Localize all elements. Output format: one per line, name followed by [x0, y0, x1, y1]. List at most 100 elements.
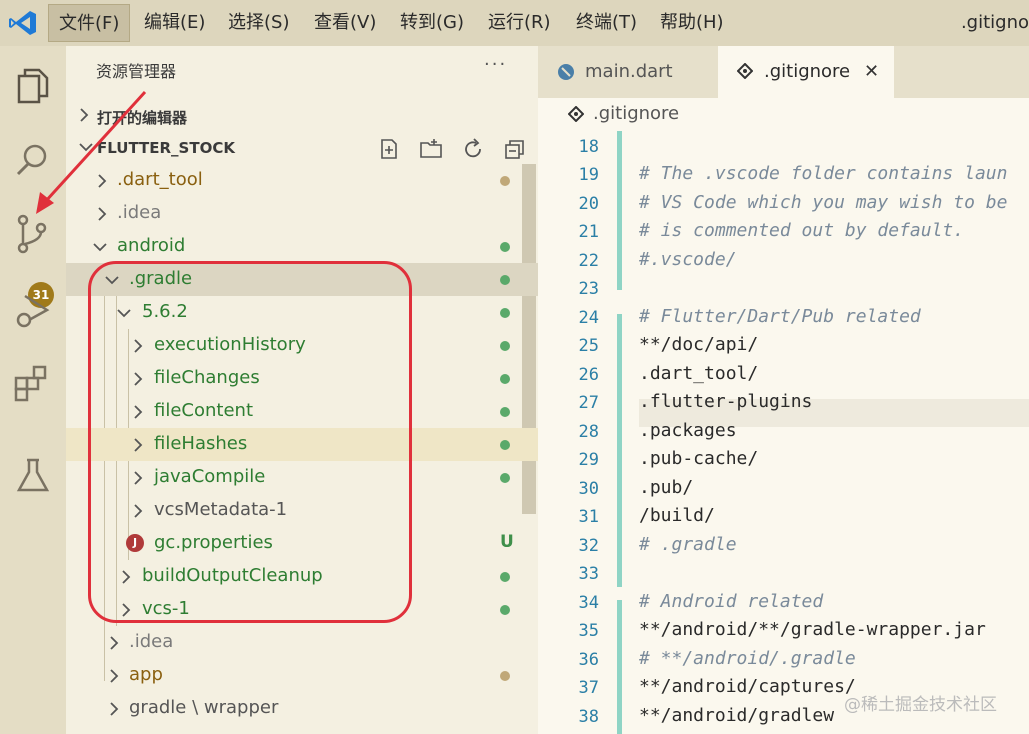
- line-number: 27: [578, 393, 599, 413]
- code-line: #.vscode/: [639, 248, 737, 270]
- git-change-gutter: [617, 131, 622, 290]
- tree-item-label: .dart_tool: [117, 169, 203, 190]
- untracked-dot: [500, 308, 510, 318]
- run-debug-icon[interactable]: [0, 278, 66, 338]
- tree-item-idea-android[interactable]: .idea: [66, 626, 538, 659]
- chevron-right-icon: [98, 174, 107, 188]
- code-editor[interactable]: 17.idea/1819# The .vscode folder contain…: [538, 118, 1029, 734]
- tree-item-android[interactable]: android: [66, 230, 538, 263]
- menu-edit[interactable]: 编辑(E): [134, 4, 215, 42]
- line-number: 38: [578, 706, 599, 727]
- tab-gitignore[interactable]: .gitignore ✕: [718, 46, 894, 98]
- tab-main-dart[interactable]: main.dart: [538, 46, 718, 98]
- untracked-dot: [500, 572, 510, 582]
- line-number: 34: [578, 592, 599, 613]
- more-actions-icon[interactable]: ···: [484, 54, 507, 75]
- modified-dot: [500, 176, 510, 186]
- line-number: 23: [578, 279, 599, 299]
- extensions-icon[interactable]: [0, 352, 66, 412]
- menu-bar: 文件(F) 编辑(E) 选择(S) 查看(V) 转到(G) 运行(R) 终端(T…: [0, 0, 1029, 46]
- code-line: **/android/gradlew: [639, 704, 835, 726]
- tab-label: main.dart: [585, 61, 673, 82]
- line-number: 28: [578, 421, 599, 442]
- annotation-highlight-ellipse: [88, 261, 412, 623]
- vscode-window: 文件(F) 编辑(E) 选择(S) 查看(V) 转到(G) 运行(R) 终端(T…: [0, 0, 1029, 734]
- refresh-icon[interactable]: [460, 136, 486, 162]
- tree-item-label: .idea: [117, 202, 162, 223]
- menu-file[interactable]: 文件(F): [48, 4, 131, 42]
- chevron-right-icon: [110, 669, 119, 683]
- tree-item-dart-tool[interactable]: .dart_tool: [66, 164, 538, 197]
- untracked-badge: U: [500, 532, 514, 552]
- tree-item-app[interactable]: app: [66, 659, 538, 692]
- dart-file-icon: [558, 64, 574, 80]
- close-icon[interactable]: ✕: [864, 61, 879, 82]
- chevron-right-icon: [110, 702, 119, 716]
- code-line: .flutter-plugins: [639, 391, 813, 412]
- collapse-all-icon[interactable]: [502, 136, 528, 162]
- modified-dot: [500, 671, 510, 681]
- code-line: .dart_tool/: [639, 362, 759, 384]
- menu-go[interactable]: 转到(G): [390, 4, 474, 42]
- git-change-gutter: [617, 600, 622, 734]
- line-number: 33: [578, 564, 599, 584]
- code-line: # Flutter/Dart/Pub related: [639, 305, 921, 327]
- untracked-dot: [500, 605, 510, 615]
- chevron-down-icon: [79, 143, 93, 152]
- window-title: .gitigno: [960, 12, 1029, 33]
- code-line: # The .vscode folder contains laun: [639, 163, 1008, 184]
- section-open-editors[interactable]: 打开的编辑器: [66, 100, 538, 132]
- menu-selection[interactable]: 选择(S): [218, 4, 299, 42]
- untracked-dot: [500, 341, 510, 351]
- line-number: 21: [578, 222, 599, 242]
- line-number: 24: [578, 307, 599, 328]
- code-line: # Android related: [639, 590, 824, 612]
- watermark-text: @稀土掘金技术社区: [844, 695, 997, 715]
- untracked-dot: [500, 374, 510, 384]
- line-number: 22: [578, 250, 599, 271]
- code-line: # **/android/.gradle: [639, 647, 856, 669]
- explorer-icon[interactable]: [0, 54, 66, 114]
- line-number: 37: [578, 678, 599, 698]
- line-number: 35: [578, 621, 599, 641]
- tree-item-idea[interactable]: .idea: [66, 197, 538, 230]
- code-line: .packages: [639, 419, 737, 441]
- line-number: 31: [578, 507, 599, 527]
- tree-item-gradle-wrapper[interactable]: gradle \ wrapper: [66, 692, 538, 725]
- testing-icon[interactable]: [0, 444, 66, 504]
- code-line: /build/: [639, 505, 715, 526]
- code-line: .pub/: [639, 476, 694, 498]
- menu-terminal[interactable]: 终端(T): [566, 4, 647, 42]
- section-project[interactable]: FLUTTER_STOCK: [66, 132, 538, 164]
- line-number: 30: [578, 478, 599, 499]
- line-number: 20: [578, 193, 599, 214]
- tree-item-label: android: [117, 235, 186, 256]
- breadcrumb-file[interactable]: .gitignore: [593, 103, 679, 124]
- line-number: 25: [578, 336, 599, 356]
- search-icon[interactable]: [0, 128, 66, 188]
- new-file-icon[interactable]: [376, 136, 402, 162]
- gitignore-file-icon: [737, 63, 753, 79]
- menu-run[interactable]: 运行(R): [478, 4, 561, 42]
- source-control-icon[interactable]: [0, 202, 66, 262]
- code-line: # .gradle: [639, 533, 737, 555]
- vscode-logo-icon: [9, 11, 36, 35]
- gitignore-file-icon: [568, 106, 584, 122]
- line-number: 32: [578, 535, 599, 556]
- untracked-dot: [500, 407, 510, 417]
- tab-label: .gitignore: [764, 61, 851, 82]
- line-number: 19: [578, 165, 599, 185]
- sidebar-title: 资源管理器: [96, 62, 177, 81]
- line-number: 18: [578, 136, 599, 157]
- line-number: 36: [578, 649, 599, 670]
- untracked-dot: [500, 275, 510, 285]
- open-editors-label: 打开的编辑器: [97, 109, 188, 127]
- new-folder-icon[interactable]: [418, 136, 444, 162]
- git-change-gutter: [617, 314, 622, 587]
- chevron-right-icon: [98, 207, 107, 221]
- menu-view[interactable]: 查看(V): [304, 4, 386, 42]
- chevron-right-icon: [80, 108, 89, 122]
- line-number: 29: [578, 450, 599, 470]
- code-line: **/android/**/gradle-wrapper.jar: [639, 619, 986, 640]
- menu-help[interactable]: 帮助(H): [650, 4, 734, 42]
